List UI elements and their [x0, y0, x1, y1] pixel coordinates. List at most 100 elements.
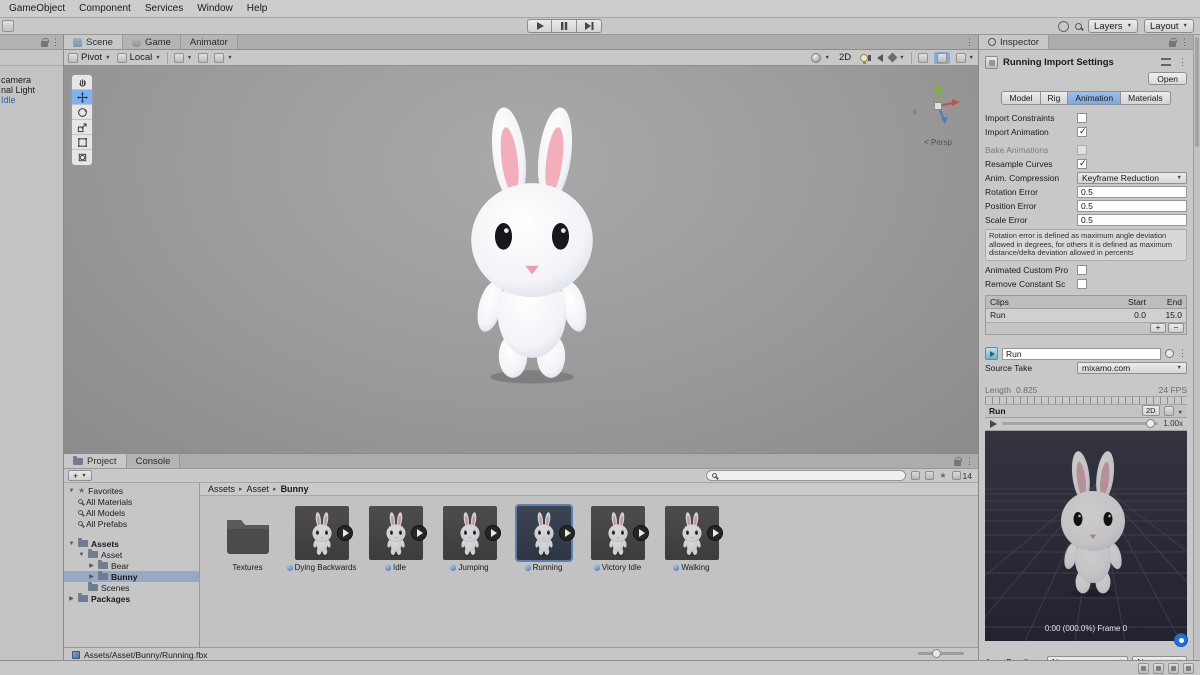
inspector-scrollbar[interactable] [1193, 35, 1200, 660]
foldout-arrow-icon[interactable] [88, 562, 95, 569]
clip-name-field[interactable]: Run [1002, 347, 1161, 360]
tree-item-packages[interactable]: Packages [64, 593, 199, 604]
clip-menu-icon[interactable]: ⋮ [1178, 349, 1187, 358]
move-tool[interactable] [72, 90, 92, 105]
remove-clip-button[interactable]: − [1168, 323, 1184, 333]
preview-2d-toggle[interactable]: 2D [1141, 405, 1160, 416]
scene-lighting-icon[interactable] [860, 53, 869, 64]
inspector-menu-icon[interactable]: ⋮ [1180, 37, 1189, 47]
preview-speed-slider[interactable] [1002, 419, 1159, 428]
rect-tool[interactable] [72, 135, 92, 150]
tree-item-scenes[interactable]: Scenes [64, 582, 199, 593]
search-by-type-icon[interactable] [911, 471, 921, 480]
draw-mode-dropdown[interactable] [811, 52, 829, 63]
global-search-button[interactable] [1075, 22, 1083, 30]
model-thumbnail-selected[interactable] [514, 504, 575, 562]
asset-item-textures[interactable]: Textures [212, 506, 283, 572]
model-thumbnail[interactable] [368, 506, 427, 560]
play-overlay-icon[interactable] [632, 525, 649, 541]
tab-animator[interactable]: Animator [180, 35, 238, 49]
folder-thumbnail[interactable] [221, 506, 275, 560]
tree-item-asset[interactable]: Asset [64, 549, 199, 560]
tab-inspector[interactable]: Inspector [979, 35, 1050, 49]
scene-view[interactable]: x < Persp [64, 66, 978, 453]
timeline-ruler[interactable] [985, 395, 1187, 405]
snap-magnet-icon[interactable] [198, 52, 209, 63]
perspective-label[interactable]: < Persp [910, 138, 966, 147]
breadcrumb-asset[interactable]: Asset [247, 484, 270, 494]
toolbar-grid-icon[interactable] [2, 20, 14, 32]
cloud-sync-icon[interactable] [1153, 662, 1164, 674]
view-hand-tool[interactable] [72, 75, 92, 90]
tree-item-bunny[interactable]: Bunny [64, 571, 199, 582]
resample-curves-checkbox[interactable] [1077, 158, 1087, 169]
bunny-model[interactable] [437, 92, 627, 392]
foldout-arrow-icon[interactable] [88, 573, 95, 580]
notification-badge[interactable] [1174, 633, 1188, 647]
hierarchy-item-directional-light[interactable]: nal Light [0, 85, 63, 95]
project-search-input[interactable] [720, 470, 891, 481]
menu-services[interactable]: Services [138, 0, 190, 17]
toggle-2d-button[interactable]: 2D [836, 51, 854, 64]
project-panel-menu-icon[interactable]: ⋮ [965, 456, 974, 466]
effects-dropdown[interactable] [887, 52, 904, 63]
scene-camera-button[interactable] [933, 51, 950, 64]
menu-window[interactable]: Window [190, 0, 240, 17]
menu-gameobject[interactable]: GameObject [2, 0, 72, 17]
lock-icon[interactable] [954, 456, 962, 466]
tree-item-favorites[interactable]: ★ Favorites [64, 485, 199, 496]
menu-component[interactable]: Component [72, 0, 138, 17]
tab-materials[interactable]: Materials [1121, 91, 1171, 105]
tab-rig[interactable]: Rig [1040, 91, 1069, 105]
tree-item-all-models[interactable]: All Models [64, 507, 199, 518]
play-overlay-icon[interactable] [484, 525, 501, 541]
tab-console[interactable]: Console [126, 454, 181, 468]
transform-tool[interactable] [72, 150, 92, 165]
animation-preview-viewport[interactable]: 0:00 (000.0%) Frame 0 [985, 430, 1187, 641]
gizmos-dropdown[interactable] [955, 52, 974, 63]
activity-icon[interactable] [1138, 662, 1149, 674]
model-thumbnail[interactable] [442, 506, 501, 560]
tab-scene[interactable]: Scene [64, 35, 123, 49]
add-clip-button[interactable]: + [1150, 323, 1166, 333]
scene-orientation-gizmo[interactable]: x < Persp [910, 78, 966, 148]
layers-dropdown[interactable]: Layers [1088, 19, 1139, 33]
layout-dropdown[interactable]: Layout [1144, 19, 1194, 33]
preview-play-button[interactable] [989, 419, 997, 428]
presets-icon[interactable] [1161, 58, 1171, 66]
breadcrumb-bunny[interactable]: Bunny [281, 484, 309, 494]
rotation-error-field[interactable]: 0.5 [1077, 186, 1187, 198]
model-thumbnail[interactable] [294, 506, 353, 560]
thumbnail-size-slider[interactable] [918, 649, 964, 658]
asset-item-idle[interactable]: Idle [360, 506, 431, 572]
slider-handle[interactable] [932, 649, 941, 658]
tab-model[interactable]: Model [1001, 91, 1041, 105]
layout-grid-icon[interactable] [1183, 662, 1194, 674]
scene-visibility-icon[interactable] [917, 52, 928, 63]
project-search-field[interactable] [706, 470, 907, 481]
preview-gizmo-icon[interactable] [1163, 405, 1174, 416]
open-button[interactable]: Open [1148, 72, 1187, 85]
position-error-field[interactable]: 0.5 [1077, 200, 1187, 212]
tab-project[interactable]: Project [64, 454, 127, 468]
console-status-icon[interactable] [1168, 662, 1179, 674]
asset-item-victory-idle[interactable]: Victory Idle [582, 506, 653, 572]
header-menu-icon[interactable]: ⋮ [1178, 57, 1187, 67]
grid-visibility-dropdown[interactable] [173, 52, 192, 63]
clip-row-run[interactable]: Run 0.0 15.0 [986, 308, 1186, 322]
tree-item-all-prefabs[interactable]: All Prefabs [64, 518, 199, 529]
animated-custom-properties-checkbox[interactable] [1077, 264, 1087, 275]
model-thumbnail[interactable] [664, 506, 723, 560]
tree-item-assets[interactable]: Assets [64, 538, 199, 549]
foldout-arrow-icon[interactable] [68, 541, 75, 547]
foldout-arrow-icon[interactable] [68, 595, 75, 602]
hierarchy-item-camera[interactable]: camera [0, 75, 63, 85]
source-take-dropdown[interactable]: mixamo.com [1077, 361, 1187, 374]
play-button[interactable] [527, 19, 552, 33]
pivot-dropdown[interactable]: Pivot [68, 52, 111, 63]
tab-game[interactable]: Game [122, 35, 181, 49]
anim-compression-dropdown[interactable]: Keyframe Reduction [1077, 172, 1187, 184]
scale-tool[interactable] [72, 120, 92, 135]
create-asset-button[interactable]: + [68, 470, 92, 481]
pause-button[interactable] [552, 19, 577, 33]
